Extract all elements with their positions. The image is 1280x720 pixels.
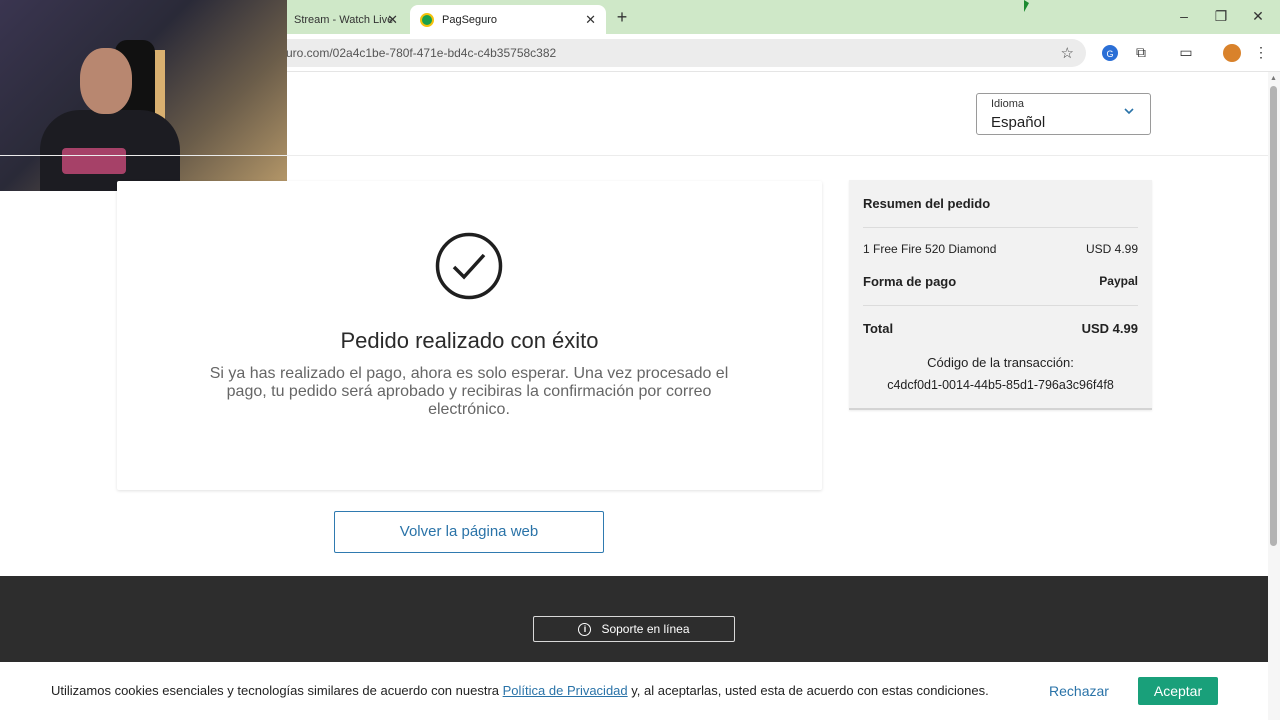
page-scrollbar[interactable]: ▲: [1268, 72, 1280, 720]
bookmark-star-icon[interactable]: ☆: [1061, 44, 1074, 62]
tab-label: PagSeguro: [442, 13, 498, 26]
order-summary: Resumen del pedido 1 Free Fire 520 Diamo…: [849, 180, 1152, 410]
browser-menu-icon[interactable]: ⋮: [1252, 44, 1270, 62]
cookie-text-after: y, al aceptarlas, usted esta de acuerdo …: [627, 683, 989, 698]
payment-value: Paypal: [1099, 274, 1138, 288]
extensions-puzzle-icon[interactable]: ⧉: [1132, 44, 1150, 62]
close-tab-icon[interactable]: ✕: [585, 12, 596, 28]
summary-divider: [863, 305, 1138, 306]
cookie-text-before: Utilizamos cookies esenciales y tecnolog…: [51, 683, 503, 698]
total-value: USD 4.99: [1081, 321, 1138, 336]
transaction-label: Código de la transacción:: [927, 355, 1074, 370]
cookie-message: Utilizamos cookies esenciales y tecnolog…: [51, 683, 989, 698]
profile-avatar[interactable]: [1223, 44, 1241, 62]
page-header: Idioma Español: [0, 72, 1268, 156]
tab-label: Stream - Watch Live: [294, 13, 394, 26]
total-label: Total: [863, 321, 894, 336]
page-footer: i Soporte en línea: [0, 576, 1268, 666]
reject-cookies-button[interactable]: Rechazar: [1036, 677, 1122, 705]
support-label: Soporte en línea: [601, 622, 690, 636]
success-check-icon: [435, 232, 503, 300]
language-select[interactable]: Idioma Español: [976, 93, 1151, 135]
payment-label: Forma de pago: [863, 274, 957, 289]
url-text[interactable]: uro.com/02a4c1be-780f-471e-bd4c-c4b35758…: [286, 46, 556, 60]
minimize-icon[interactable]: –: [1174, 8, 1194, 24]
tab-search-icon[interactable]: ▭: [1177, 44, 1195, 62]
back-to-website-button[interactable]: Volver la página web: [334, 511, 604, 553]
scroll-up-arrow-icon[interactable]: ▲: [1270, 75, 1277, 82]
new-tab-plus-icon[interactable]: +: [614, 7, 630, 28]
summary-divider: [863, 227, 1138, 228]
tab-pagseguro[interactable]: PagSeguro ✕: [410, 5, 606, 34]
language-value: Español: [991, 114, 1046, 131]
restore-icon[interactable]: ❐: [1211, 8, 1231, 25]
info-icon: i: [578, 622, 592, 636]
transaction-id: c4dcf0d1-0014-44b5-85d1-796a3c96f4f8: [887, 378, 1114, 392]
extension-icon[interactable]: G: [1102, 45, 1118, 61]
close-window-icon[interactable]: ✕: [1248, 8, 1268, 25]
privacy-policy-link[interactable]: Política de Privacidad: [503, 683, 628, 698]
item-price: USD 4.99: [1085, 242, 1138, 256]
close-tab-icon[interactable]: ✕: [387, 12, 398, 28]
success-card: Pedido realizado con éxito Si ya has rea…: [117, 181, 822, 490]
scrollbar-thumb[interactable]: [1270, 86, 1277, 546]
chevron-down-icon: [1124, 108, 1134, 115]
pagseguro-favicon-icon: [420, 12, 434, 27]
accept-cookies-button[interactable]: Aceptar: [1138, 677, 1218, 705]
success-message: Si ya has realizado el pago, ahora es so…: [209, 365, 729, 418]
tab-stream[interactable]: Stream - Watch Live ✕: [284, 5, 408, 34]
summary-title: Resumen del pedido: [863, 196, 991, 211]
mouse-cursor-icon: [1024, 0, 1029, 12]
item-label: 1 Free Fire 520 Diamond: [863, 242, 997, 256]
language-label: Idioma: [991, 98, 1025, 110]
cookie-banner: Utilizamos cookies esenciales y tecnolog…: [0, 662, 1268, 720]
success-title: Pedido realizado con éxito: [340, 328, 599, 353]
address-bar[interactable]: uro.com/02a4c1be-780f-471e-bd4c-c4b35758…: [250, 39, 1086, 67]
online-support-button[interactable]: i Soporte en línea: [533, 616, 735, 642]
